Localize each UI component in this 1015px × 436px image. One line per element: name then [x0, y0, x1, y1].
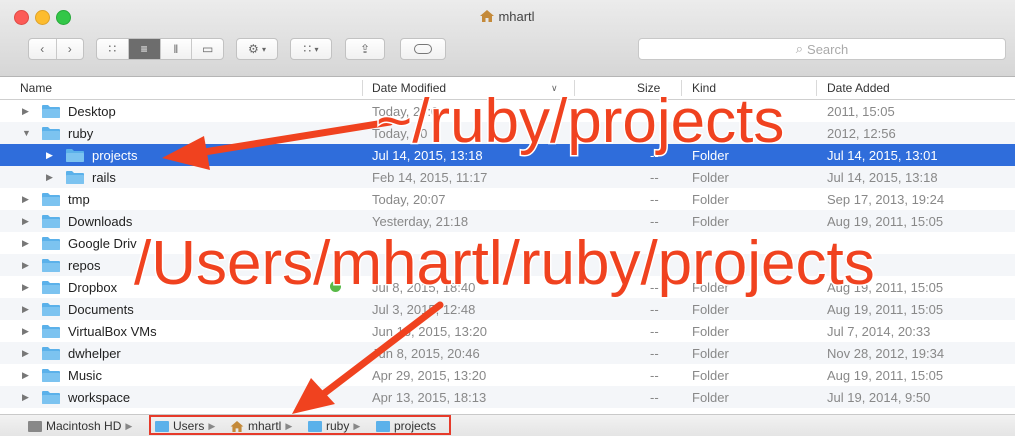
annotation-absolute-path: /Users/mhartl/ruby/projects: [133, 229, 877, 298]
annotation-arrows: [162, 118, 444, 414]
finder-window: mhartl ‹ › ∷ ≡ ‖ ▭ ⚙ ▾ ∷ ▾ ⇪ ⌕ Search Na…: [0, 0, 1015, 436]
annotation-relative-path: ~/ruby/projects: [374, 87, 785, 156]
